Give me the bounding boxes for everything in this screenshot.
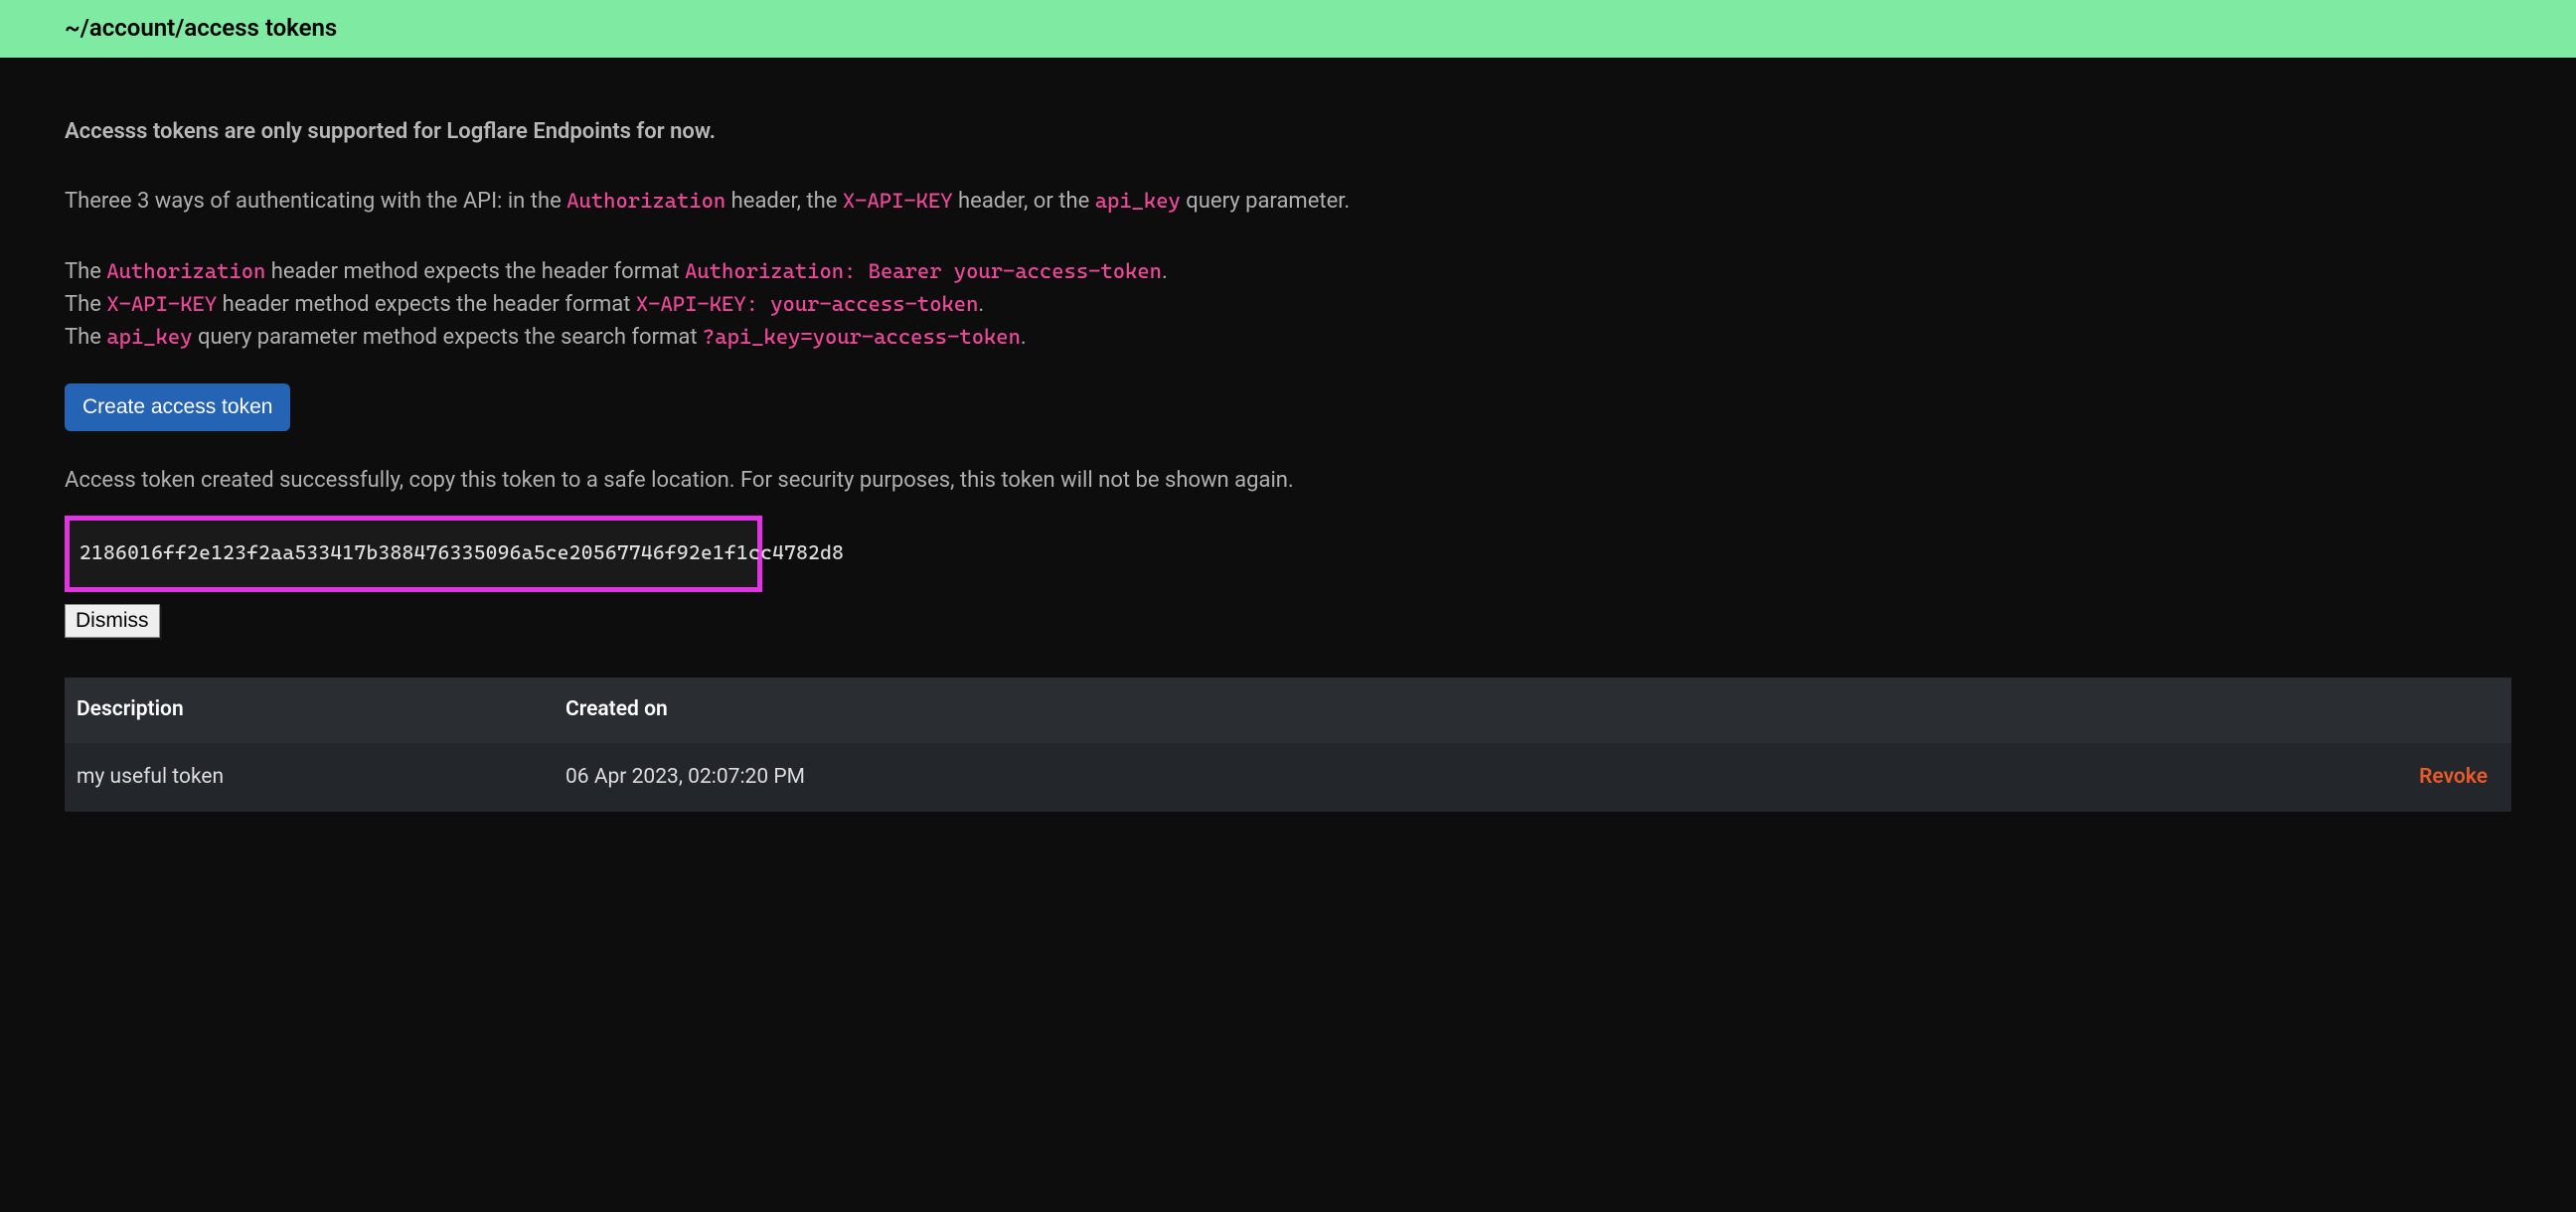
method3-text-a: The	[65, 325, 106, 350]
desc-text-3: header, or the	[953, 189, 1095, 214]
code-authorization: Authorization	[566, 189, 725, 213]
desc-text-1: Theree 3 ways of authenticating with the…	[65, 189, 566, 214]
method1-text-c: .	[1162, 259, 1168, 284]
method3-code1: api_key	[106, 325, 192, 349]
code-api-key: api_key	[1095, 189, 1181, 213]
revoke-button[interactable]: Revoke	[2419, 765, 2488, 789]
breadcrumb-bar: ~/account/access tokens	[0, 0, 2576, 58]
table-row: my useful token 06 Apr 2023, 02:07:20 PM…	[65, 743, 2511, 812]
token-display-box: 2186016ff2e123f2aa533417b388476335096a5c…	[65, 516, 762, 592]
desc-text-2: header, the	[725, 189, 843, 214]
intro-description: Theree 3 ways of authenticating with the…	[65, 187, 2511, 218]
method2-text-c: .	[978, 292, 984, 317]
method2-code2: X-API-KEY: your-access-token	[636, 292, 979, 316]
token-created-message: Access token created successfully, copy …	[65, 466, 2511, 497]
token-value[interactable]: 2186016ff2e123f2aa533417b388476335096a5c…	[80, 540, 844, 564]
method1-code1: Authorization	[106, 259, 265, 283]
method1-code2: Authorization: Bearer your-access-token	[685, 259, 1162, 283]
create-access-token-button[interactable]: Create access token	[65, 383, 290, 431]
header-description: Description	[77, 695, 565, 724]
method-line-x-api-key: The X-API-KEY header method expects the …	[65, 290, 2511, 321]
method-line-api-key: The api_key query parameter method expec…	[65, 323, 2511, 354]
method-line-authorization: The Authorization header method expects …	[65, 257, 2511, 288]
method3-text-b: query parameter method expects the searc…	[193, 325, 703, 350]
main-content: Accesss tokens are only supported for Lo…	[0, 58, 2576, 851]
row-description: my useful token	[77, 763, 565, 792]
desc-text-4: query parameter.	[1181, 189, 1350, 214]
header-created-on: Created on	[565, 695, 2488, 724]
method3-text-c: .	[1021, 325, 1027, 350]
intro-bold-text: Accesss tokens are only supported for Lo…	[65, 117, 2511, 148]
table-header-row: Description Created on	[65, 678, 2511, 742]
method2-text-a: The	[65, 292, 106, 317]
breadcrumb: ~/account/access tokens	[65, 14, 337, 42]
header-action	[2488, 695, 2499, 724]
row-created-on: 06 Apr 2023, 02:07:20 PM	[565, 763, 2419, 792]
method1-text-a: The	[65, 259, 106, 284]
method3-code2: ?api_key=your-access-token	[703, 325, 1021, 349]
tokens-table: Description Created on my useful token 0…	[65, 678, 2511, 812]
method1-text-b: header method expects the header format	[265, 259, 685, 284]
code-x-api-key: X-API-KEY	[843, 189, 953, 213]
auth-methods-block: The Authorization header method expects …	[65, 257, 2511, 353]
method2-text-b: header method expects the header format	[217, 292, 636, 317]
method2-code1: X-API-KEY	[106, 292, 217, 316]
dismiss-button[interactable]: Dismiss	[65, 604, 160, 638]
